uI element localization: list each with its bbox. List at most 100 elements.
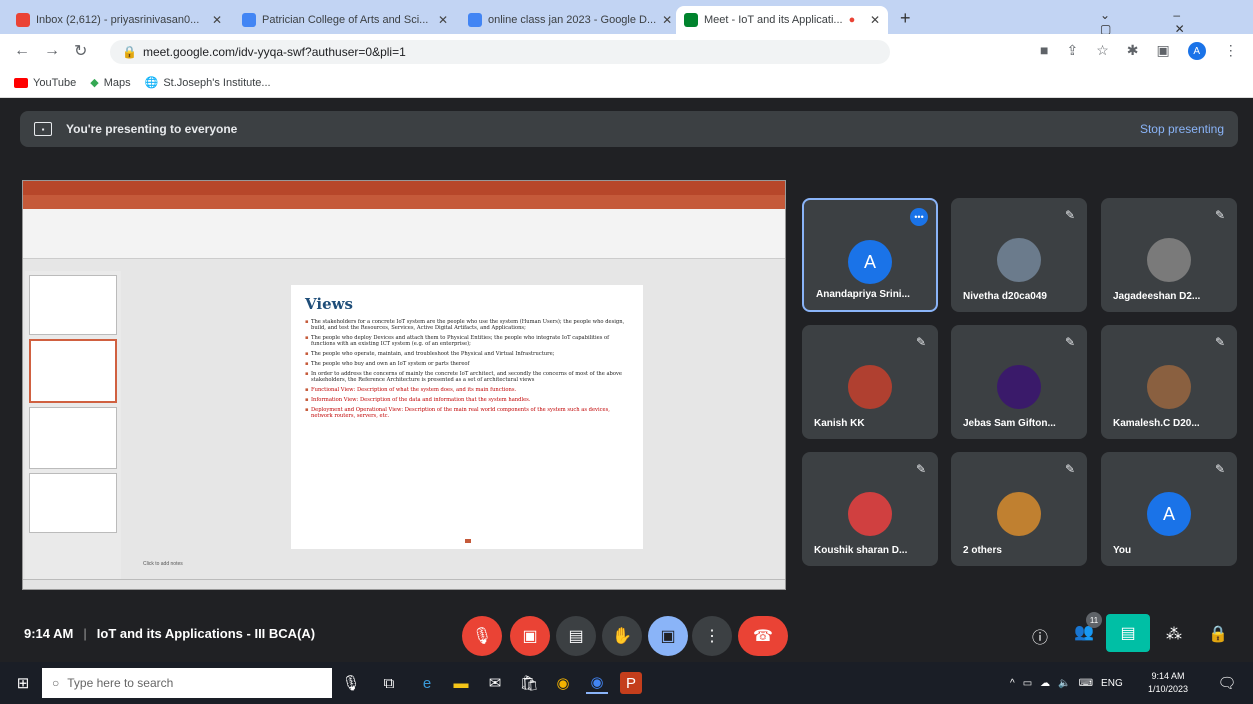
thumbnail[interactable] [29,473,117,533]
participant-avatar [1147,238,1191,282]
bookmarks-bar: YouTube ◆ Maps 🌐 St.Joseph's Institute... [0,68,1253,98]
close-icon[interactable]: ✕ [212,13,222,27]
cloud-icon[interactable]: ☁ [1040,678,1050,689]
muted-mic-icon: ✎ [915,462,926,476]
participant-name: Kamalesh.C D20... [1113,418,1200,429]
participant-tile[interactable]: Kamalesh.C D20... ✎ [1101,325,1237,439]
captions-button[interactable]: ▤ [556,616,596,656]
tab-gmail[interactable]: Inbox (2,612) - priyasrinivasan0... ✕ [8,6,230,34]
info-icon[interactable]: ⓘ [1032,624,1048,648]
bookmark-stjoseph[interactable]: 🌐 St.Joseph's Institute... [144,76,271,90]
store-icon[interactable]: 🛍 [518,672,540,694]
system-tray: ^ ▭ ☁ 🔈 ⌨ ENG [1010,678,1123,689]
participant-name: Nivetha d20ca049 [963,291,1047,302]
muted-mic-icon: ✎ [1214,208,1225,222]
participant-name: Anandapriya Srini... [816,289,910,300]
participant-avatar [997,365,1041,409]
participant-name: Kanish KK [814,418,865,429]
globe-icon: 🌐 [144,77,159,89]
bookmark-maps[interactable]: ◆ Maps [90,76,130,90]
new-tab-button[interactable]: + [900,8,911,29]
participant-tile[interactable]: Nivetha d20ca049 ✎ [951,198,1087,312]
profile-avatar[interactable]: A [1187,42,1206,60]
participant-tile[interactable]: Jebas Sam Gifton... ✎ [951,325,1087,439]
back-icon[interactable]: ← [14,42,30,60]
host-controls-icon[interactable]: 🔒 [1208,624,1228,644]
address-bar[interactable]: 🔒 meet.google.com/idv-yyqa-swf?authuser=0… [110,40,890,64]
windows-start-icon[interactable]: ⊞ [12,672,34,694]
gmail-icon [16,13,30,27]
slide-thumbnails [25,271,121,581]
participant-tile[interactable]: Koushik sharan D... ✎ [802,452,938,566]
menu-icon[interactable]: ⋮ [1224,42,1238,60]
notifications-icon[interactable]: 🗨 [1216,672,1238,694]
thumbnail[interactable] [29,407,117,469]
mic-off-button[interactable]: 🎙 [462,616,502,656]
chevron-up-icon[interactable]: ^ [1010,678,1015,689]
tab-patrician[interactable]: Patrician College of Arts and Sci... ✕ [234,6,456,34]
muted-mic-icon: ✎ [1064,335,1075,349]
notes-placeholder[interactable]: Click to add notes [143,561,183,567]
tab-meet[interactable]: Meet - IoT and its Applicati... ● ✕ [676,6,888,34]
ppt-ribbon [23,209,785,259]
volume-icon[interactable]: 🔈 [1058,678,1070,689]
tab-drive[interactable]: online class jan 2023 - Google D... ✕ [460,6,672,34]
slide-canvas: Views ▪ The stakeholders for a concrete I… [291,285,643,549]
participant-avatar [997,238,1041,282]
raise-hand-button[interactable]: ✋ [602,616,642,656]
mail-icon[interactable]: ✉ [484,672,506,694]
participant-tile[interactable]: Jagadeeshan D2... ✎ [1101,198,1237,312]
star-icon[interactable]: ☆ [1096,42,1109,60]
participant-count-badge: 11 [1086,612,1102,628]
forward-icon[interactable]: → [44,42,60,60]
reload-icon[interactable]: ↻ [74,41,87,61]
chat-button[interactable]: ▤ [1106,614,1150,652]
keyboard-icon[interactable]: ⌨ [1079,678,1093,689]
participant-tile[interactable]: 2 others ✎ [951,452,1087,566]
stop-presenting-button[interactable]: Stop presenting [1140,122,1224,136]
present-icon: ▣ [660,628,676,645]
ppt-titlebar [23,181,785,195]
slide-bullet: ▪ The people who deploy Devices and attac… [305,335,610,347]
close-icon[interactable]: ✕ [438,13,448,27]
search-icon: ○ [52,676,60,690]
activities-icon[interactable]: ⁂ [1166,624,1182,644]
participant-tile[interactable]: Kanish KK ✎ [802,325,938,439]
window-controls[interactable]: ⌄ – ▢ ✕ [1100,8,1253,36]
mic-icon[interactable]: 🎙 [340,672,362,694]
slide-bullet: ▪ Information View: Description of the da… [305,397,531,403]
clock[interactable]: 9:14 AM 1/10/2023 [1148,670,1188,696]
camera-off-icon: ▣ [522,628,538,645]
participant-avatar: A [848,240,892,284]
more-options-button[interactable]: ⋮ [692,616,732,656]
close-icon[interactable]: ✕ [870,13,880,27]
meet-icon [684,13,698,27]
slide-bullet: ▪ In order to address the concerns of mai… [305,371,623,383]
sidebar-icon[interactable]: ▣ [1157,42,1170,60]
more-options-icon[interactable]: ••• [910,208,928,226]
camera-off-button[interactable]: ▣ [510,616,550,656]
slide-marker [465,539,471,543]
file-explorer-icon[interactable]: ▬ [450,672,472,694]
chrome-icon[interactable]: ◉ [552,672,574,694]
close-icon[interactable]: ✕ [662,13,672,27]
task-view-icon[interactable]: ⧉ [378,672,400,694]
participant-tile[interactable]: A Anandapriya Srini... ••• [802,198,938,312]
chrome-profile-icon[interactable]: ◉ [586,672,608,694]
participant-avatar [997,492,1041,536]
share-icon[interactable]: ⇪ [1066,42,1078,60]
participant-tile[interactable]: A You ✎ [1101,452,1237,566]
powerpoint-icon[interactable]: P [620,672,642,694]
taskbar-search[interactable]: ○ Type here to search [42,668,332,698]
present-button[interactable]: ▣ [648,616,688,656]
thumbnail-active[interactable] [29,339,117,403]
bookmark-youtube[interactable]: YouTube [14,77,76,89]
network-icon[interactable]: ▭ [1023,678,1032,689]
camera-icon[interactable]: ■ [1040,42,1048,60]
leave-call-button[interactable]: ☎ [738,616,788,656]
recording-dot-icon: ● [848,14,856,26]
extensions-icon[interactable]: ✱ [1127,42,1139,60]
chat-icon: ▤ [1120,625,1136,642]
edge-icon[interactable]: e [416,672,438,694]
thumbnail[interactable] [29,275,117,335]
